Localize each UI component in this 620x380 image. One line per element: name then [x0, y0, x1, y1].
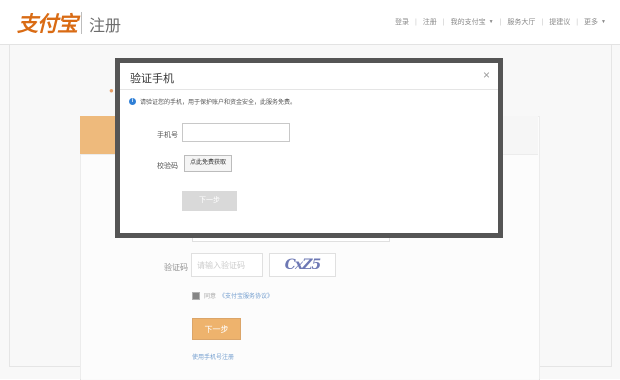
- dialog-tip: i 请验证您的手机，用于保护账户和资金安全，此服务免费。: [129, 97, 296, 106]
- alipay-logo[interactable]: 支付宝: [17, 8, 78, 38]
- code-label: 校验码: [157, 163, 178, 170]
- chevron-down-icon: ▼: [601, 19, 606, 25]
- verify-phone-dialog: 验证手机 × i 请验证您的手机，用于保护账户和资金安全，此服务免费。 手机号 …: [120, 63, 498, 233]
- nav-service-hall[interactable]: 服务大厅: [507, 17, 535, 27]
- nav-login[interactable]: 登录: [395, 17, 409, 27]
- dialog-divider: [120, 89, 498, 90]
- get-code-button[interactable]: 点此免费获取: [184, 155, 233, 172]
- dialog-next-button[interactable]: 下一步: [182, 191, 237, 211]
- dialog-title: 验证手机: [130, 73, 174, 85]
- nav-separator: |: [499, 18, 502, 26]
- nav-separator: |: [442, 18, 445, 26]
- nav-separator: |: [541, 18, 544, 26]
- close-icon[interactable]: ×: [483, 68, 490, 82]
- logo-divider: [81, 12, 82, 34]
- nav-separator: |: [414, 18, 417, 26]
- phone-input[interactable]: [182, 123, 290, 142]
- chevron-down-icon: ▼: [488, 19, 494, 25]
- info-icon: i: [129, 98, 136, 105]
- nav-feedback[interactable]: 提建议: [549, 17, 570, 27]
- nav-more[interactable]: 更多 ▼: [584, 17, 606, 27]
- nav-my-alipay[interactable]: 我的支付宝 ▼: [451, 17, 494, 27]
- top-bar: 支付宝 注册 登录 | 注册 | 我的支付宝 ▼ | 服务大厅 | 提建议 | 更…: [0, 0, 620, 45]
- phone-label: 手机号: [157, 132, 178, 139]
- nav-register[interactable]: 注册: [423, 17, 437, 27]
- nav-separator: |: [576, 18, 579, 26]
- dialog-tip-text: 请验证您的手机，用于保护账户和资金安全，此服务免费。: [140, 100, 297, 106]
- page-title: 注册: [89, 18, 122, 35]
- top-nav: 登录 | 注册 | 我的支付宝 ▼ | 服务大厅 | 提建议 | 更多 ▼: [395, 17, 606, 27]
